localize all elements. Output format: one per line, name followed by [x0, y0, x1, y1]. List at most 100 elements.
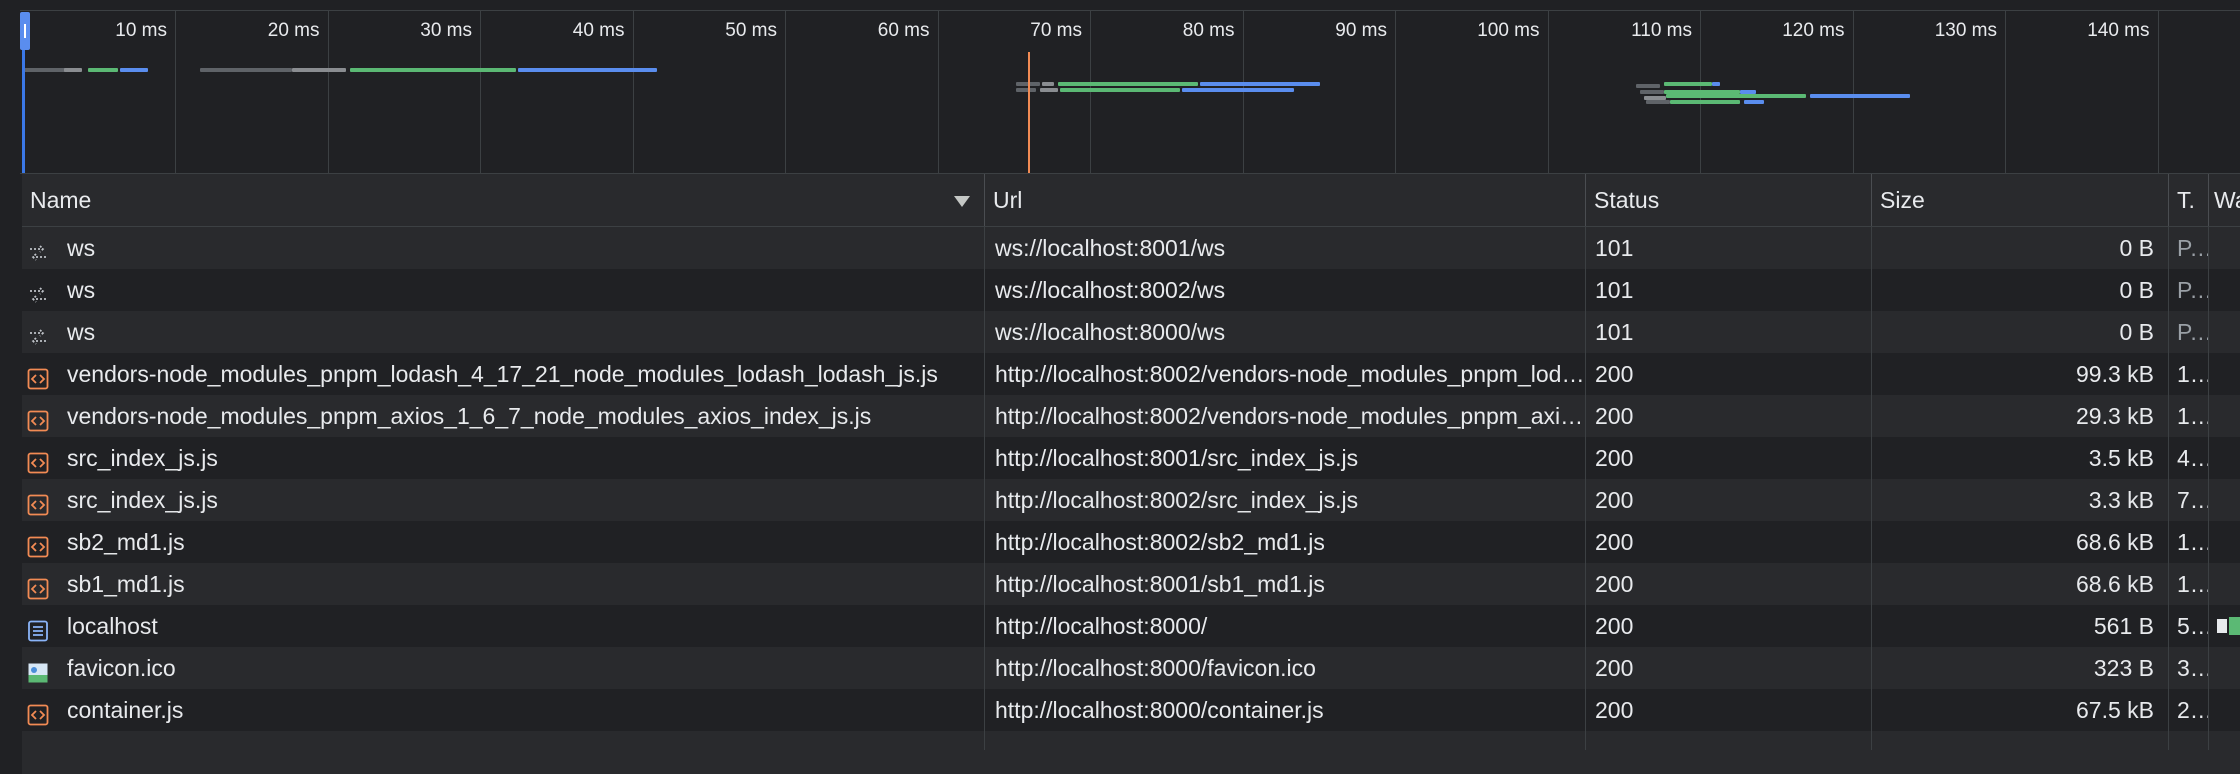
waterfall-cell [2209, 395, 2240, 437]
url-cell[interactable]: http://localhost:8002/vendors-node_modul… [985, 353, 1586, 395]
status-cell: 200 [1586, 647, 1872, 689]
ruler-tick-label: 100 ms [1477, 20, 1540, 41]
status-cell: 200 [1586, 437, 1872, 479]
request-name: vendors-node_modules_pnpm_axios_1_6_7_no… [67, 403, 872, 429]
script-icon [26, 446, 50, 474]
table-row[interactable]: sb2_md1.js http://localhost:8002/sb2_md1.… [22, 521, 2240, 563]
left-gutter [0, 0, 20, 750]
url-cell[interactable]: http://localhost:8001/src_index_js.js [985, 437, 1586, 479]
name-cell[interactable]: src_index_js.js [22, 437, 985, 479]
table-row[interactable]: vendors-node_modules_pnpm_axios_1_6_7_no… [22, 395, 2240, 437]
ruler-gridline [480, 11, 481, 173]
ruler-gridline [1242, 11, 1244, 173]
script-icon [26, 698, 50, 726]
ruler-tick-label: 70 ms [1030, 20, 1082, 41]
name-cell[interactable]: sb1_md1.js [22, 563, 985, 605]
request-name: ws [67, 277, 96, 303]
overview-timeline[interactable]: 10 ms 20 ms 30 ms 40 ms 50 ms 60 ms 70 ms 80 ms… [0, 0, 2240, 174]
ruler-gridline [1090, 11, 1091, 173]
table-row[interactable]: vendors-node_modules_pnpm_lodash_4_17_21… [22, 353, 2240, 395]
ruler-tick-label: 20 ms [267, 20, 320, 41]
overview-request-bar [1016, 88, 1036, 92]
document-icon [26, 614, 50, 642]
name-cell[interactable]: vendors-node_modules_pnpm_axios_1_6_7_no… [22, 395, 985, 437]
time-cell: P... [2169, 227, 2209, 269]
column-header-waterfall[interactable]: Wa [2209, 174, 2240, 226]
table-row[interactable]: src_index_js.js http://localhost:8002/src… [22, 479, 2240, 521]
time-cell: 7... [2169, 479, 2209, 521]
column-header-size-label: Size [1880, 187, 1925, 213]
ruler-gridline [632, 11, 634, 173]
url-cell[interactable]: ws://localhost:8002/ws [985, 269, 1586, 311]
url-cell[interactable]: http://localhost:8000/ [985, 605, 1586, 647]
name-cell[interactable]: src_index_js.js [22, 479, 985, 521]
waterfall-download-bar [2229, 617, 2240, 635]
ruler-gridline [327, 11, 329, 173]
url-cell[interactable]: ws://localhost:8001/ws [985, 227, 1586, 269]
name-cell[interactable]: sb2_md1.js [22, 521, 985, 563]
table-row[interactable]: ws ws://localhost:8000/ws 101 0 B P... [22, 311, 2240, 353]
ruler-top-border [0, 10, 2240, 11]
request-name: ws [67, 319, 96, 345]
ruler-gridline [1547, 11, 1549, 173]
ruler-tick-label: 90 ms [1335, 20, 1387, 41]
waterfall-cell [2209, 563, 2240, 605]
script-icon [26, 572, 50, 600]
column-header-name[interactable]: Name [22, 174, 985, 226]
url-cell[interactable]: http://localhost:8000/container.js [985, 689, 1586, 731]
table-row[interactable]: localhost http://localhost:8000/200 561 B5… [22, 605, 2240, 647]
request-name: sb1_md1.js [67, 571, 185, 597]
table-row[interactable]: ws ws://localhost:8001/ws 101 0 B P... [22, 227, 2240, 269]
column-header-size[interactable]: Size [1872, 174, 2169, 226]
waterfall-cell [2209, 647, 2240, 689]
url-cell[interactable]: http://localhost:8000/favicon.ico [985, 647, 1586, 689]
waterfall-cell [2209, 437, 2240, 479]
name-cell[interactable]: localhost [22, 605, 985, 647]
table-row[interactable]: ws ws://localhost:8002/ws 101 0 B P... [22, 269, 2240, 311]
ruler-tick-label: 60 ms [877, 20, 930, 41]
script-icon [26, 362, 50, 390]
time-cell: 1... [2169, 521, 2209, 563]
table-row[interactable]: container.js http://localhost:8000/contai… [22, 689, 2240, 731]
status-cell: 200 [1586, 605, 1872, 647]
name-cell[interactable]: vendors-node_modules_pnpm_lodash_4_17_21… [22, 353, 985, 395]
column-header-time[interactable]: T. [2169, 174, 2209, 226]
time-cell: 1... [2169, 395, 2209, 437]
size-cell: 68.6 kB [1872, 563, 2169, 605]
name-cell[interactable]: favicon.ico [22, 647, 985, 689]
url-cell[interactable]: http://localhost:8002/src_index_js.js [985, 479, 1586, 521]
size-cell: 0 B [1872, 227, 2169, 269]
size-cell: 0 B [1872, 269, 2169, 311]
url-cell[interactable]: ws://localhost:8000/ws [985, 311, 1586, 353]
table-row[interactable]: favicon.ico http://localhost:8000/favicon… [22, 647, 2240, 689]
size-cell: 561 B [1872, 605, 2169, 647]
selection-left-handle[interactable] [20, 12, 30, 50]
ruler-tick-label: 80 ms [1182, 20, 1235, 41]
request-name: favicon.ico [67, 655, 176, 681]
overview-request-bar [200, 68, 292, 72]
name-cell[interactable]: ws [22, 227, 985, 269]
image-icon [26, 656, 50, 683]
name-cell[interactable]: container.js [22, 689, 985, 731]
table-row[interactable]: sb1_md1.js http://localhost:8001/sb1_md1.… [22, 563, 2240, 605]
table-row[interactable]: src_index_js.js http://localhost:8001/src… [22, 437, 2240, 479]
url-cell[interactable]: http://localhost:8002/sb2_md1.js [985, 521, 1586, 563]
ruler-tick-label: 40 ms [572, 20, 625, 41]
column-header-url[interactable]: Url [985, 174, 1586, 226]
overview-request-bar [518, 68, 657, 72]
url-cell[interactable]: http://localhost:8001/sb1_md1.js [985, 563, 1586, 605]
status-cell: 200 [1586, 521, 1872, 563]
url-cell[interactable]: http://localhost:8002/vendors-node_modul… [985, 395, 1586, 437]
name-cell[interactable]: ws [22, 311, 985, 353]
column-header-status[interactable]: Status [1586, 174, 1872, 226]
status-cell: 101 [1586, 269, 1872, 311]
ruler-gridline [785, 11, 786, 173]
overview-request-bar [1712, 82, 1720, 86]
request-name: vendors-node_modules_pnpm_lodash_4_17_21… [67, 361, 938, 387]
column-header-time-label: T. [2177, 187, 2195, 213]
ruler-tick-label: 110 ms [1631, 20, 1692, 41]
name-cell[interactable]: ws [22, 269, 985, 311]
status-cell: 101 [1586, 311, 1872, 353]
overview-request-bar [1646, 100, 1670, 104]
ruler-tick-label: 130 ms [1934, 20, 1997, 41]
